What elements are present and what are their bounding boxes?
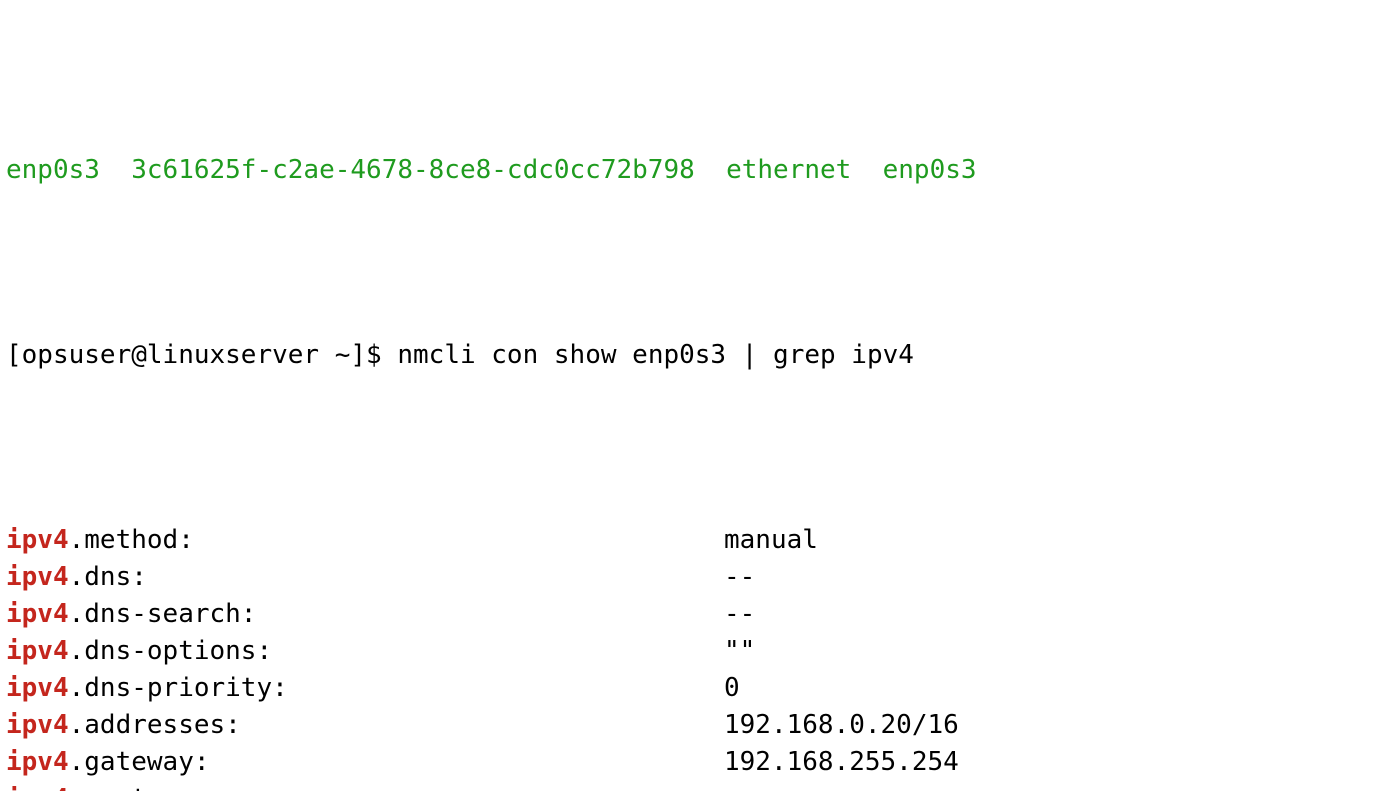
prompt-open: [ bbox=[6, 340, 22, 370]
terminal-output: enp0s3 3c61625f-c2ae-4678-8ce8-cdc0cc72b… bbox=[0, 0, 1383, 791]
prompt-userhost: opsuser@linuxserver ~ bbox=[22, 340, 351, 370]
grep-match: ipv4 bbox=[6, 599, 69, 629]
grep-row: ipv4.dns-options: "" bbox=[6, 633, 1377, 670]
iface-dev: enp0s3 bbox=[883, 155, 977, 185]
grep-key-suffix: .dns-priority: bbox=[69, 673, 288, 703]
prompt-dollar: $ bbox=[366, 340, 397, 370]
grep-row: ipv4.method: manual bbox=[6, 522, 1377, 559]
grep-value: manual bbox=[724, 522, 1377, 559]
prompt-command: nmcli con show enp0s3 | grep ipv4 bbox=[397, 340, 914, 370]
grep-row: ipv4.dns: -- bbox=[6, 559, 1377, 596]
prompt-line[interactable]: [opsuser@linuxserver ~]$ nmcli con show … bbox=[6, 337, 1377, 374]
grep-row: ipv4.dns-search: -- bbox=[6, 596, 1377, 633]
grep-key-suffix: .method: bbox=[69, 525, 194, 555]
grep-match: ipv4 bbox=[6, 673, 69, 703]
grep-value: -- bbox=[724, 559, 1377, 596]
grep-value: 192.168.255.254 bbox=[724, 744, 1377, 781]
grep-match: ipv4 bbox=[6, 525, 69, 555]
grep-row: ipv4.dns-priority: 0 bbox=[6, 670, 1377, 707]
grep-value: "" bbox=[724, 633, 1377, 670]
grep-match: ipv4 bbox=[6, 562, 69, 592]
grep-match: ipv4 bbox=[6, 784, 69, 791]
grep-key-suffix: .dns: bbox=[69, 562, 147, 592]
grep-value: -- bbox=[724, 596, 1377, 633]
iface-name: enp0s3 bbox=[6, 155, 100, 185]
grep-key-suffix: .dns-options: bbox=[69, 636, 273, 666]
grep-row: ipv4.routes: -- bbox=[6, 781, 1377, 791]
grep-key-suffix: .routes: bbox=[69, 784, 194, 791]
grep-key-suffix: .addresses: bbox=[69, 710, 241, 740]
iface-type: ethernet bbox=[726, 155, 851, 185]
prompt-close: ] bbox=[350, 340, 366, 370]
grep-value: 192.168.0.20/16 bbox=[724, 707, 1377, 744]
grep-row: ipv4.addresses: 192.168.0.20/16 bbox=[6, 707, 1377, 744]
grep-results: ipv4.method:manualipv4.dns:--ipv4.dns-se… bbox=[6, 522, 1377, 791]
grep-key-suffix: .gateway: bbox=[69, 747, 210, 777]
grep-match: ipv4 bbox=[6, 636, 69, 666]
grep-match: ipv4 bbox=[6, 747, 69, 777]
grep-key-suffix: .dns-search: bbox=[69, 599, 257, 629]
grep-row: ipv4.gateway: 192.168.255.254 bbox=[6, 744, 1377, 781]
grep-match: ipv4 bbox=[6, 710, 69, 740]
grep-value: 0 bbox=[724, 670, 1377, 707]
iface-uuid: 3c61625f-c2ae-4678-8ce8-cdc0cc72b798 bbox=[131, 155, 695, 185]
connection-line: enp0s3 3c61625f-c2ae-4678-8ce8-cdc0cc72b… bbox=[6, 152, 1377, 189]
grep-value: -- bbox=[724, 781, 1377, 791]
